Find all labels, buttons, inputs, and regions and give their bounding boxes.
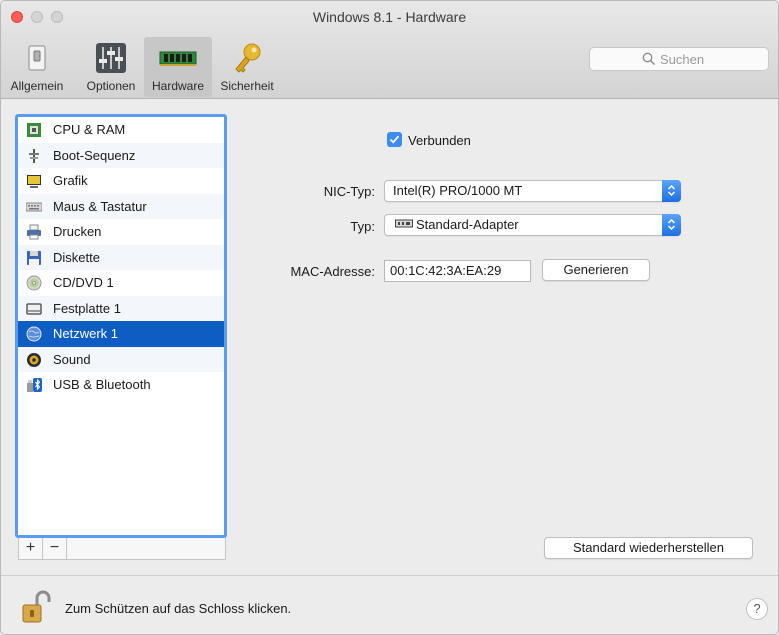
footer-bar: Zum Schützen auf das Schloss klicken. ? <box>1 575 778 634</box>
key-icon <box>235 43 261 73</box>
mac-address-label: MAC-Adresse: <box>290 264 375 279</box>
sidebar-item-label: Sound <box>53 351 91 367</box>
tab-optionen-label: Optionen <box>86 79 136 93</box>
chevron-up-down-icon <box>667 184 676 197</box>
monitor-icon <box>27 175 41 188</box>
sidebar-item-cpu-ram[interactable]: CPU & RAM <box>18 117 224 143</box>
sliders-icon <box>96 43 126 73</box>
sidebar-item-label: Netzwerk 1 <box>53 326 119 341</box>
memory-chip-icon <box>159 51 197 66</box>
sidebar-item-festplatte[interactable]: Festplatte 1 <box>18 295 224 321</box>
sidebar-item-usb-bluetooth[interactable]: USB & Bluetooth <box>18 372 224 398</box>
sidebar-item-label: Festplatte 1 <box>53 300 121 316</box>
cpu-icon <box>27 123 41 137</box>
tab-sicherheit[interactable]: Sicherheit <box>213 37 281 97</box>
sidebar-item-diskette[interactable]: Diskette <box>18 244 224 270</box>
connected-checkbox[interactable] <box>387 132 402 147</box>
search-icon <box>642 52 656 66</box>
tab-hardware[interactable]: Hardware <box>144 37 212 97</box>
adapter-type-select[interactable]: Standard-Adapter <box>384 214 681 236</box>
nic-type-value: Intel(R) PRO/1000 MT <box>393 183 523 198</box>
nic-type-label: NIC-Typ: <box>323 184 375 199</box>
floppy-icon <box>27 250 41 265</box>
preferences-window: Windows 8.1 - Hardware Allgemein Optione… <box>0 0 779 635</box>
lock-hint-text: Zum Schützen auf das Schloss klicken. <box>65 601 292 616</box>
disc-icon <box>26 275 42 291</box>
sidebar-item-label: Diskette <box>53 249 100 265</box>
sidebar-item-label: Maus & Tastatur <box>53 198 147 214</box>
speaker-icon <box>27 352 41 367</box>
titlebar: Windows 8.1 - Hardware Allgemein Optione… <box>1 1 778 99</box>
add-device-button[interactable]: + <box>19 538 43 559</box>
adapter-type-label: Typ: <box>350 219 375 234</box>
checkmark-icon <box>389 135 400 144</box>
network-card-icon <box>395 219 413 228</box>
hard-disk-icon <box>26 302 42 315</box>
sidebar-item-netzwerk[interactable]: Netzwerk 1 <box>18 321 224 347</box>
sidebar-item-label: Drucken <box>53 224 102 239</box>
nic-type-select[interactable]: Intel(R) PRO/1000 MT <box>384 180 681 202</box>
sidebar-item-boot-sequenz[interactable]: Boot-Sequenz <box>18 142 224 168</box>
tab-allgemein-label: Allgemein <box>10 79 64 93</box>
keyboard-icon <box>26 202 42 211</box>
generate-mac-button[interactable]: Generieren <box>542 259 650 281</box>
list-edit-bar: + − <box>18 538 226 560</box>
sidebar-item-grafik[interactable]: Grafik <box>18 168 224 194</box>
select-arrow <box>662 214 681 236</box>
connected-label: Verbunden <box>408 133 471 148</box>
sidebar-item-cd-dvd[interactable]: CD/DVD 1 <box>18 270 224 296</box>
sidebar-item-label: CD/DVD 1 <box>53 275 114 290</box>
remove-device-button[interactable]: − <box>43 538 67 559</box>
restore-defaults-button[interactable]: Standard wiederherstellen <box>544 537 753 559</box>
sidebar-item-sound[interactable]: Sound <box>18 346 224 372</box>
mac-address-field[interactable]: 00:1C:42:3A:EA:29 <box>384 260 531 282</box>
sidebar-item-drucken[interactable]: Drucken <box>18 219 224 245</box>
sidebar-item-maus-tastatur[interactable]: Maus & Tastatur <box>18 193 224 219</box>
search-input[interactable] <box>660 50 760 68</box>
window-title: Windows 8.1 - Hardware <box>312 9 467 25</box>
tab-optionen[interactable]: Optionen <box>81 37 141 97</box>
usb-bluetooth-icon <box>27 378 42 392</box>
hardware-device-list[interactable]: CPU & RAM Boot-Sequenz Grafik Maus & Tas… <box>15 114 227 538</box>
chevron-up-down-icon <box>667 218 676 231</box>
sidebar-item-label: Grafik <box>53 173 88 188</box>
adapter-type-value: Standard-Adapter <box>416 217 519 232</box>
boot-icon <box>29 148 39 163</box>
printer-icon <box>27 224 41 240</box>
select-arrow <box>662 180 681 202</box>
switch-icon <box>28 45 46 71</box>
sidebar-item-label: USB & Bluetooth <box>53 377 151 392</box>
tab-hardware-label: Hardware <box>151 79 205 93</box>
tab-allgemein[interactable]: Allgemein <box>5 37 69 97</box>
network-globe-icon <box>26 326 42 342</box>
search-field[interactable] <box>589 47 769 71</box>
sidebar-item-label: CPU & RAM <box>53 122 126 137</box>
sidebar-item-label: Boot-Sequenz <box>53 147 136 163</box>
padlock-open-icon[interactable] <box>21 590 53 624</box>
tab-sicherheit-label: Sicherheit <box>220 79 274 93</box>
help-button[interactable]: ? <box>746 598 768 620</box>
